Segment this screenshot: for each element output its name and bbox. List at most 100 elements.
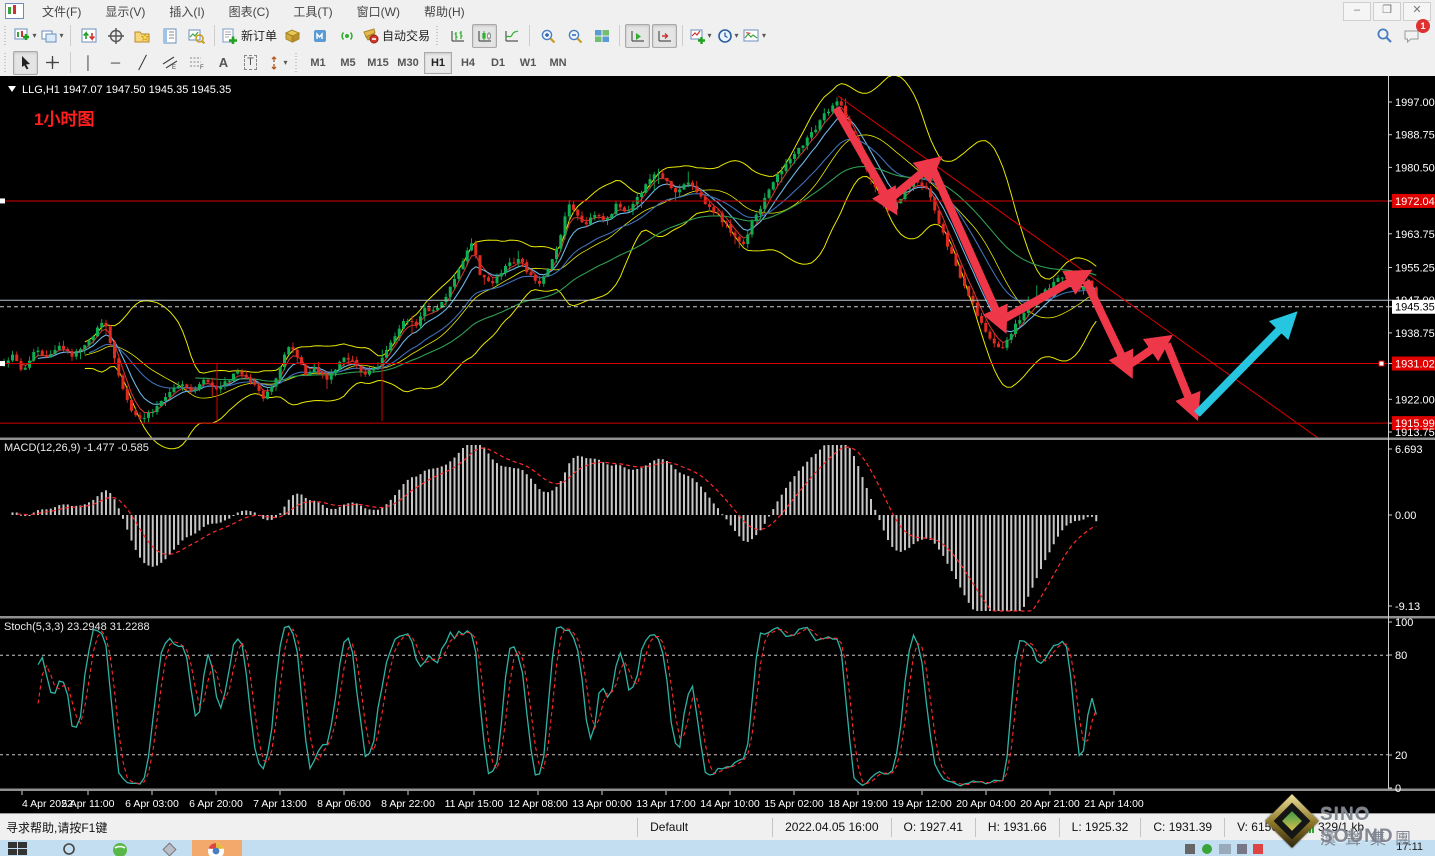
channel-button[interactable]: E bbox=[157, 51, 182, 75]
new-chart-icon bbox=[14, 28, 30, 44]
menu-charts[interactable]: 图表(C) bbox=[217, 0, 282, 23]
tf-w1-button[interactable]: W1 bbox=[514, 52, 542, 74]
time-axis-label: 11 Apr 15:00 bbox=[445, 798, 504, 810]
trendline-button[interactable]: ╱ bbox=[130, 51, 155, 75]
status-profile[interactable]: Default bbox=[637, 818, 772, 837]
tf-d1-button[interactable]: D1 bbox=[484, 52, 512, 74]
market-watch-button[interactable] bbox=[76, 24, 101, 48]
chart-bars-button[interactable] bbox=[445, 24, 470, 48]
crosshair-icon bbox=[108, 28, 124, 44]
zoom-out-button[interactable] bbox=[562, 24, 587, 48]
price-axis-label: 1922.00 bbox=[1395, 394, 1435, 406]
line-chart-icon bbox=[504, 28, 520, 44]
new-order-icon bbox=[221, 28, 238, 44]
tf-m15-button[interactable]: M15 bbox=[364, 52, 392, 74]
tf-m30-button[interactable]: M30 bbox=[394, 52, 422, 74]
price-chart-canvas[interactable]: 1997.001988.751980.501972.041963.751955.… bbox=[0, 76, 1435, 813]
menu-insert[interactable]: 插入(I) bbox=[157, 0, 216, 23]
tf-m1-button[interactable]: M1 bbox=[304, 52, 332, 74]
status-help-text: 寻求帮助,请按F1键 bbox=[0, 819, 637, 836]
fibonacci-icon: F bbox=[189, 55, 205, 70]
tf-h4-button[interactable]: H4 bbox=[454, 52, 482, 74]
svg-text:0.00: 0.00 bbox=[1395, 510, 1416, 522]
svg-text:0: 0 bbox=[1395, 783, 1401, 795]
time-axis-label: 13 Apr 17:00 bbox=[636, 798, 696, 810]
tf-h1-button[interactable]: H1 bbox=[424, 52, 452, 74]
toolbar-drag-handle[interactable] bbox=[436, 26, 441, 46]
restore-button[interactable]: ❐ bbox=[1373, 2, 1401, 21]
time-axis-label: 15 Apr 02:00 bbox=[764, 798, 824, 810]
price-axis-label: 1913.75 bbox=[1395, 427, 1435, 439]
profiles-button[interactable]: ▾ bbox=[40, 24, 65, 48]
chart-shift-icon bbox=[657, 28, 673, 44]
zoom-in-icon bbox=[540, 28, 556, 44]
navigator-button[interactable] bbox=[130, 24, 155, 48]
toolbar-drag-handle[interactable] bbox=[4, 26, 9, 46]
close-button[interactable]: ✕ bbox=[1403, 2, 1431, 21]
taskbar-clock: 17:11 bbox=[1396, 841, 1423, 853]
arrows-button[interactable]: ▾ bbox=[265, 51, 290, 75]
tester-icon bbox=[188, 28, 205, 44]
metaquotes-button[interactable] bbox=[307, 24, 332, 48]
menu-help[interactable]: 帮助(H) bbox=[412, 0, 477, 23]
menu-tools[interactable]: 工具(T) bbox=[281, 0, 344, 23]
data-window-button[interactable] bbox=[103, 24, 128, 48]
terminal-icon bbox=[162, 28, 178, 44]
indicators-button[interactable]: ▾ bbox=[688, 24, 713, 48]
templates-button[interactable]: ▾ bbox=[742, 24, 767, 48]
chart-shift-button[interactable] bbox=[652, 24, 677, 48]
tile-windows-button[interactable] bbox=[589, 24, 614, 48]
horizontal-line-button[interactable]: ─ bbox=[103, 51, 128, 75]
chart-line-button[interactable] bbox=[499, 24, 524, 48]
notification-badge: 1 bbox=[1416, 19, 1430, 33]
signals-button[interactable] bbox=[334, 24, 359, 48]
zoom-out-icon bbox=[567, 28, 583, 44]
search-button[interactable] bbox=[1372, 24, 1397, 48]
cursor-button[interactable] bbox=[13, 51, 38, 75]
start-button-icon[interactable] bbox=[8, 842, 30, 856]
vertical-line-button[interactable]: │ bbox=[76, 51, 101, 75]
system-tray-icons[interactable] bbox=[1185, 842, 1285, 856]
text-button[interactable]: A bbox=[211, 51, 236, 75]
fibonacci-button[interactable]: F bbox=[184, 51, 209, 75]
autotrading-button[interactable]: 自动交易 bbox=[361, 24, 431, 48]
periods-button[interactable]: ▾ bbox=[715, 24, 740, 48]
minimize-button[interactable]: – bbox=[1343, 2, 1371, 21]
taskbar-browser-icon[interactable] bbox=[112, 842, 128, 856]
status-volume: V: 6156 bbox=[1224, 818, 1290, 837]
time-axis-label: 18 Apr 19:00 bbox=[828, 798, 888, 810]
label-button[interactable]: T bbox=[238, 51, 263, 75]
terminal-button[interactable] bbox=[157, 24, 182, 48]
menu-view[interactable]: 显示(V) bbox=[93, 0, 157, 23]
status-high: H: 1931.66 bbox=[975, 818, 1059, 837]
taskbar-diamond-icon[interactable] bbox=[162, 842, 178, 856]
tf-m5-button[interactable]: M5 bbox=[334, 52, 362, 74]
chart-candles-button[interactable] bbox=[472, 24, 497, 48]
notifications-button[interactable]: 1 bbox=[1399, 24, 1424, 48]
strategy-tester-button[interactable] bbox=[184, 24, 209, 48]
svg-text:6.693: 6.693 bbox=[1395, 444, 1423, 456]
crosshair-button[interactable] bbox=[40, 51, 65, 75]
toolbar-drag-handle[interactable] bbox=[295, 53, 300, 73]
menu-window[interactable]: 窗口(W) bbox=[345, 0, 412, 23]
app-logo-icon bbox=[5, 3, 24, 19]
market-watch-icon bbox=[81, 28, 97, 44]
time-axis-label: 20 Apr 04:00 bbox=[956, 798, 1016, 810]
price-axis-label: 1963.75 bbox=[1395, 229, 1435, 241]
zoom-in-button[interactable] bbox=[535, 24, 560, 48]
profiles-icon bbox=[41, 28, 57, 44]
tf-mn-button[interactable]: MN bbox=[544, 52, 572, 74]
new-chart-button[interactable]: ▾ bbox=[13, 24, 38, 48]
macd-label: MACD(12,26,9) -1.477 -0.585 bbox=[4, 442, 149, 454]
price-axis-label: 1980.50 bbox=[1395, 162, 1435, 174]
auto-scroll-button[interactable] bbox=[625, 24, 650, 48]
toolbar-drag-handle[interactable] bbox=[4, 53, 9, 73]
svg-text:100: 100 bbox=[1395, 617, 1413, 629]
stoch-label: Stoch(5,3,3) 23.2948 31.2288 bbox=[4, 621, 150, 633]
menu-file[interactable]: 文件(F) bbox=[30, 0, 93, 23]
metaeditor-button[interactable] bbox=[280, 24, 305, 48]
taskbar-active-browser-icon[interactable] bbox=[207, 842, 225, 856]
new-order-button[interactable]: 新订单 bbox=[220, 24, 278, 48]
taskbar-search-icon[interactable] bbox=[62, 842, 78, 856]
signals-icon bbox=[339, 28, 355, 44]
